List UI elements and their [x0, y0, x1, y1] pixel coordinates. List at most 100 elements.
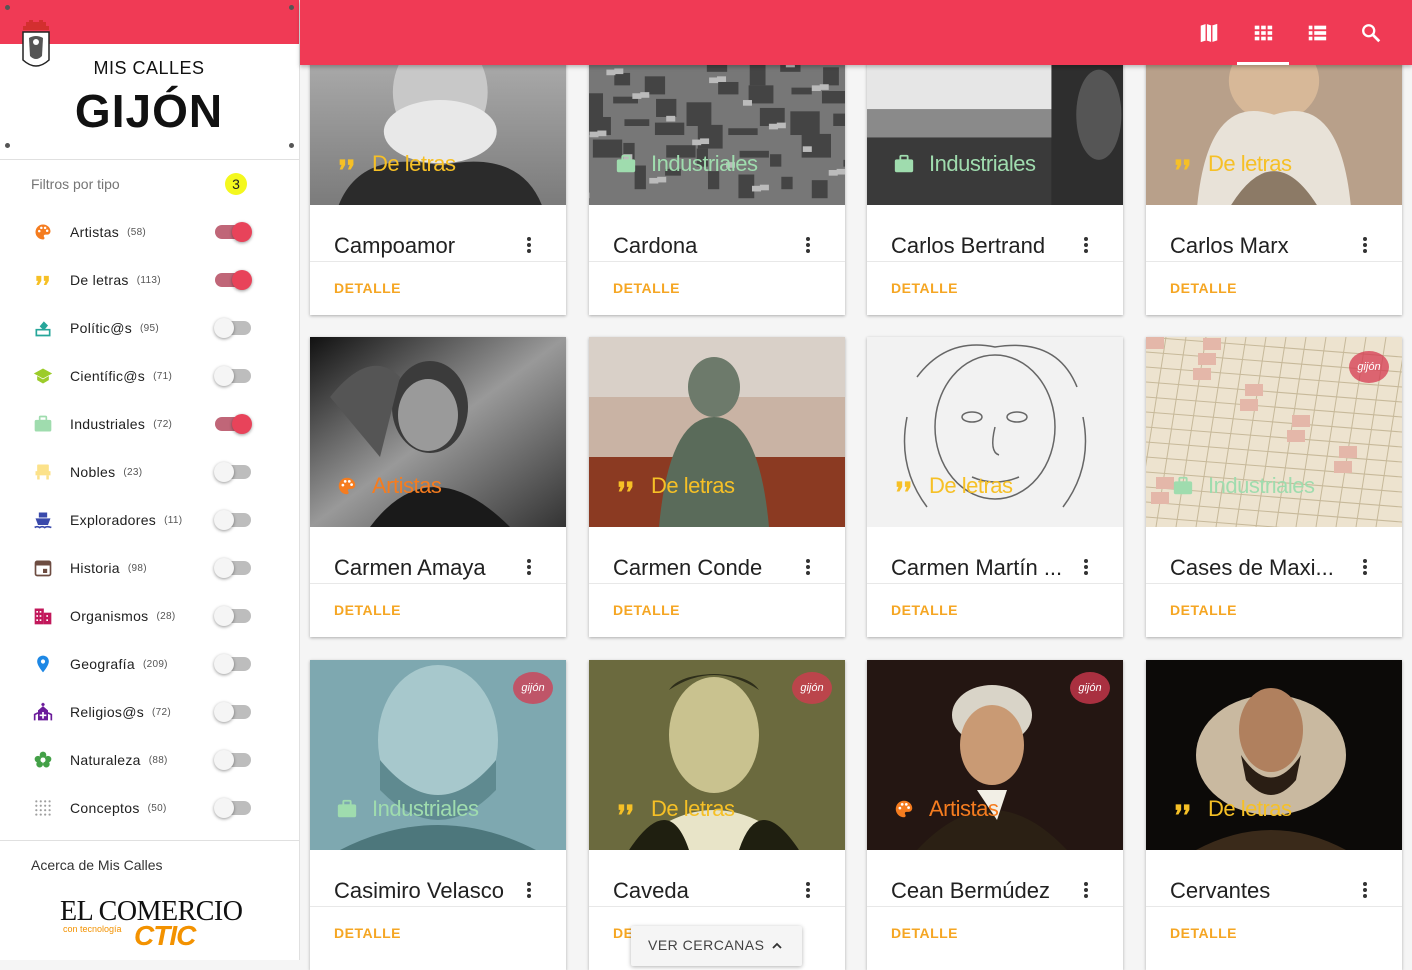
list-view-icon[interactable]	[1306, 22, 1328, 44]
detail-button[interactable]: DETALLE	[1170, 602, 1237, 618]
filter-toggle[interactable]	[215, 561, 251, 575]
quote-icon	[1172, 798, 1194, 820]
resize-handle	[289, 5, 294, 10]
filter-toggle[interactable]	[215, 753, 251, 767]
more-vert-icon[interactable]	[1360, 882, 1370, 902]
filter-toggle[interactable]	[215, 705, 251, 719]
filter-row[interactable]: Historia(98)	[0, 544, 300, 592]
detail-button[interactable]: DETALLE	[1170, 280, 1237, 296]
card-image[interactable]	[589, 47, 845, 205]
street-card[interactable]: De letras Campoamor DETALLE	[310, 47, 566, 315]
card-image[interactable]	[1146, 47, 1402, 205]
street-card[interactable]: De letras Carlos Marx DETALLE	[1146, 47, 1402, 315]
card-image[interactable]	[867, 47, 1123, 205]
detail-button[interactable]: DETALLE	[891, 925, 958, 941]
detail-button[interactable]: DETALLE	[1170, 925, 1237, 941]
filter-row[interactable]: Conceptos(50)	[0, 784, 300, 832]
street-card[interactable]: Artistas Carmen Amaya DETALLE	[310, 337, 566, 637]
more-vert-icon[interactable]	[803, 559, 813, 579]
card-image[interactable]	[310, 47, 566, 205]
filter-row[interactable]: Organismos(28)	[0, 592, 300, 640]
filter-row[interactable]: Industriales(72)	[0, 400, 300, 448]
grid-view-icon[interactable]	[1252, 22, 1274, 44]
toggle-knob	[214, 318, 234, 338]
filter-toggle[interactable]	[215, 801, 251, 815]
card-title: Casimiro Velasco	[334, 878, 504, 904]
filter-row[interactable]: Geografía(209)	[0, 640, 300, 688]
street-card[interactable]: Industriales Cardona DETALLE	[589, 47, 845, 315]
filter-count: (72)	[153, 419, 172, 430]
card-divider	[310, 583, 566, 584]
street-card[interactable]: gijón Industriales Cases de Maxi... DETA…	[1146, 337, 1402, 637]
ctic-logo[interactable]: CTIC	[134, 920, 195, 952]
category-text: Industriales	[1208, 473, 1315, 499]
resize-handle	[289, 143, 294, 148]
filter-row[interactable]: De letras(113)	[0, 256, 300, 304]
filter-row[interactable]: Polític@s(95)	[0, 304, 300, 352]
detail-button[interactable]: DETALLE	[334, 602, 401, 618]
about-link[interactable]: Acerca de Mis Calles	[31, 857, 163, 873]
filter-label: Industriales(72)	[70, 416, 172, 432]
briefcase-icon	[893, 153, 915, 175]
filter-toggle[interactable]	[215, 225, 251, 239]
grid-dots-icon	[33, 798, 53, 818]
filter-row[interactable]: Artistas(58)	[0, 208, 300, 256]
card-divider	[867, 583, 1123, 584]
search-icon[interactable]	[1360, 22, 1382, 44]
category-label: De letras	[893, 473, 1013, 499]
filter-toggle[interactable]	[215, 609, 251, 623]
street-card[interactable]: gijón Industriales Casimiro Velasco DETA…	[310, 660, 566, 970]
more-vert-icon[interactable]	[1360, 559, 1370, 579]
filter-toggle[interactable]	[215, 657, 251, 671]
toggle-knob	[214, 558, 234, 578]
detail-button[interactable]: DETALLE	[334, 925, 401, 941]
card-title: Carlos Marx	[1170, 233, 1289, 259]
street-card[interactable]: gijón Artistas Cean Bermúdez DETALLE	[867, 660, 1123, 970]
nearby-button[interactable]: VER CERCANAS	[631, 926, 802, 966]
detail-button[interactable]: DETALLE	[334, 280, 401, 296]
more-vert-icon[interactable]	[1081, 882, 1091, 902]
more-vert-icon[interactable]	[1081, 237, 1091, 257]
filter-row[interactable]: Científic@s(71)	[0, 352, 300, 400]
filter-toggle[interactable]	[215, 513, 251, 527]
app-toolbar	[300, 0, 1412, 65]
detail-button[interactable]: DETALLE	[613, 280, 680, 296]
more-vert-icon[interactable]	[524, 559, 534, 579]
more-vert-icon[interactable]	[524, 882, 534, 902]
more-vert-icon[interactable]	[1360, 237, 1370, 257]
category-text: Industriales	[651, 151, 758, 177]
filter-count: (95)	[140, 323, 159, 334]
detail-button[interactable]: DETALLE	[891, 280, 958, 296]
map-icon[interactable]	[1198, 22, 1220, 44]
filter-row[interactable]: Exploradores(11)	[0, 496, 300, 544]
detail-button[interactable]: DETALLE	[613, 602, 680, 618]
detail-button[interactable]: DETALLE	[891, 602, 958, 618]
filter-row[interactable]: Religios@s(72)	[0, 688, 300, 736]
active-tab-indicator	[1237, 62, 1289, 65]
card-divider	[310, 906, 566, 907]
filter-count: (71)	[153, 371, 172, 382]
street-card[interactable]: De letras Cervantes DETALLE	[1146, 660, 1402, 970]
street-card[interactable]: Industriales Carlos Bertrand DETALLE	[867, 47, 1123, 315]
more-vert-icon[interactable]	[524, 237, 534, 257]
category-text: De letras	[929, 473, 1013, 499]
palette-icon	[893, 798, 915, 820]
filter-toggle[interactable]	[215, 369, 251, 383]
category-label: Industriales	[336, 796, 479, 822]
more-vert-icon[interactable]	[803, 237, 813, 257]
filter-count: (23)	[123, 467, 142, 478]
filter-toggle[interactable]	[215, 417, 251, 431]
filter-toggle[interactable]	[215, 273, 251, 287]
toggle-knob	[214, 510, 234, 530]
filter-toggle[interactable]	[215, 321, 251, 335]
more-vert-icon[interactable]	[1081, 559, 1091, 579]
toggle-knob	[214, 798, 234, 818]
street-card[interactable]: gijón De letras Caveda DETALLE	[589, 660, 845, 970]
filter-row[interactable]: Naturaleza(88)	[0, 736, 300, 784]
filter-count: (209)	[143, 659, 168, 670]
street-card[interactable]: De letras Carmen Martín ... DETALLE	[867, 337, 1123, 637]
filter-row[interactable]: Nobles(23)	[0, 448, 300, 496]
filter-toggle[interactable]	[215, 465, 251, 479]
street-card[interactable]: De letras Carmen Conde DETALLE	[589, 337, 845, 637]
more-vert-icon[interactable]	[803, 882, 813, 902]
